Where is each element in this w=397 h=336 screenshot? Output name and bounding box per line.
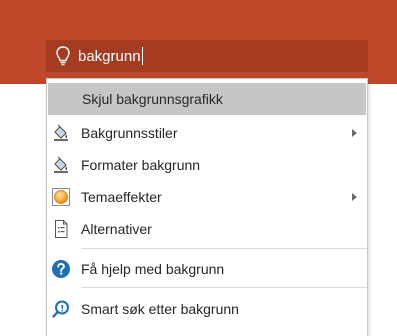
- text-caret: [141, 47, 143, 65]
- menu-item-background-styles[interactable]: Bakgrunnsstiler: [47, 117, 367, 149]
- theme-effects-icon: [51, 187, 71, 207]
- menu-item-get-help[interactable]: Få hjelp med bakgrunn: [47, 253, 367, 285]
- menu-item-format-background[interactable]: Formater bakgrunn: [47, 149, 367, 181]
- menu-item-hide-background-graphics[interactable]: Skjul bakgrunnsgrafikk: [48, 83, 366, 115]
- submenu-arrow-icon: [352, 193, 357, 201]
- menu-item-label: Få hjelp med bakgrunn: [81, 261, 225, 277]
- menu-item-label: Skjul bakgrunnsgrafikk: [82, 91, 223, 107]
- menu-separator: [81, 287, 367, 288]
- paint-bucket-icon: [51, 155, 71, 175]
- menu-separator: [81, 248, 367, 249]
- lightbulb-icon: [56, 46, 70, 66]
- document-icon: [51, 219, 71, 239]
- search-query-text: bakgrunn: [78, 47, 141, 65]
- help-icon: [51, 259, 71, 279]
- tell-me-search-box[interactable]: bakgrunn: [46, 40, 368, 72]
- menu-item-label: Formater bakgrunn: [81, 157, 201, 173]
- menu-item-label: Smart søk etter bakgrunn: [81, 301, 239, 317]
- blank-icon: [52, 89, 72, 109]
- menu-item-theme-effects[interactable]: Temaeffekter: [47, 181, 367, 213]
- submenu-arrow-icon: [352, 129, 357, 137]
- smart-lookup-icon: [51, 299, 71, 319]
- menu-item-label: Bakgrunnsstiler: [81, 125, 178, 141]
- menu-item-label: Temaeffekter: [81, 189, 162, 205]
- menu-item-options[interactable]: Alternativer: [47, 213, 367, 245]
- menu-item-smart-lookup[interactable]: Smart søk etter bakgrunn: [47, 293, 367, 325]
- paint-bucket-icon: [51, 123, 71, 143]
- menu-item-label: Alternativer: [81, 221, 152, 237]
- search-results-menu: Skjul bakgrunnsgrafikk Bakgrunnsstiler F…: [46, 78, 368, 336]
